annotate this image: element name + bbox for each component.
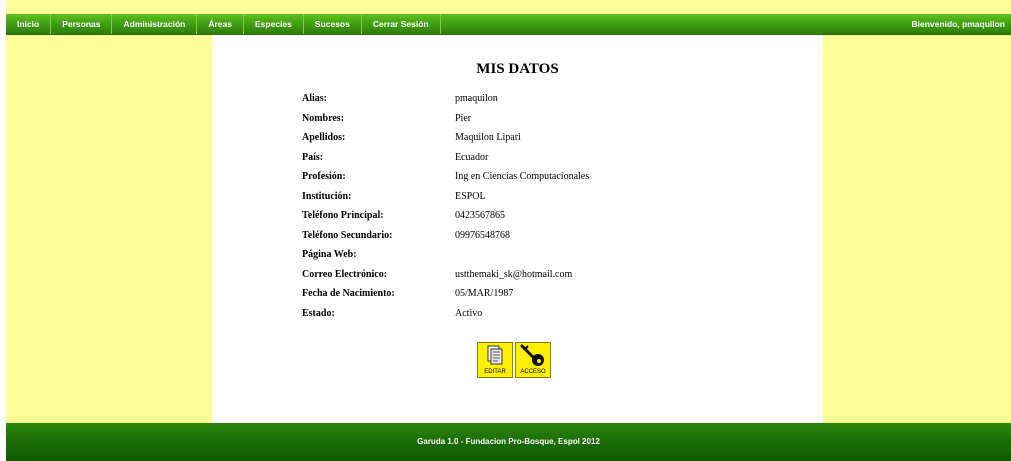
edit-button-label: EDITAR (484, 369, 506, 375)
profile-fields: Alias: pmaquilon Nombres: Pier Apellidos… (302, 93, 762, 327)
main-menu: Inicio Personas Administración Áreas Esp… (6, 14, 441, 34)
field-label: Apellidos: (302, 132, 346, 143)
access-button-label: ACCESO (520, 369, 546, 375)
field-value: Pier (455, 112, 472, 124)
profile-row-telefono-principal: Teléfono Principal: 0423567865 (302, 210, 762, 230)
footer: Garuda 1.0 - Fundacion Pro-Bosque, Espol… (6, 423, 1011, 461)
field-label: Alias: (302, 93, 327, 104)
menu-item-especies[interactable]: Especies (244, 14, 304, 34)
top-navigation-bar: Inicio Personas Administración Áreas Esp… (6, 14, 1011, 35)
key-icon (520, 344, 544, 366)
field-value: 09976548768 (455, 229, 510, 241)
document-edit-icon (487, 345, 503, 365)
access-button[interactable]: ACCESO (515, 342, 551, 378)
menu-item-areas[interactable]: Áreas (197, 14, 244, 34)
field-value: Ecuador (455, 151, 489, 163)
field-label: Correo Electrónico: (302, 268, 388, 280)
profile-row-profesion: Profesión: Ing en Ciencias Computacional… (302, 171, 762, 191)
field-label: Estado: (302, 307, 335, 319)
menu-item-administracion[interactable]: Administración (112, 14, 198, 34)
field-label: Institución: (302, 190, 352, 202)
profile-row-fecha-nacimiento: Fecha de Nacimiento: 05/MAR/1987 (302, 288, 762, 308)
edit-button[interactable]: EDITAR (477, 342, 513, 378)
page-title: MIS DATOS (476, 61, 559, 77)
footer-text: Garuda 1.0 - Fundacion Pro-Bosque, Espol… (417, 437, 600, 446)
field-value: 05/MAR/1987 (455, 288, 514, 299)
menu-item-inicio[interactable]: Inicio (6, 14, 52, 34)
menu-item-personas[interactable]: Personas (51, 14, 113, 34)
field-label: Teléfono Principal: (302, 210, 384, 221)
field-value: pmaquilon (455, 93, 498, 104)
profile-row-pagina-web: Página Web: (302, 249, 762, 269)
profile-row-telefono-secundario: Teléfono Secundario: 09976548768 (302, 230, 762, 250)
field-label: País: (302, 151, 324, 163)
field-value: ustthemaki_sk@hotmail.com (455, 268, 573, 280)
field-label: Página Web: (302, 249, 357, 260)
profile-row-pais: País: Ecuador (302, 152, 762, 172)
menu-item-sucesos[interactable]: Sucesos (304, 14, 362, 34)
profile-row-nombres: Nombres: Pier (302, 113, 762, 133)
field-label: Profesión: (302, 171, 346, 182)
menu-item-cerrar-sesion[interactable]: Cerrar Sesión (362, 14, 441, 34)
field-value: ESPOL (455, 190, 486, 202)
main-content: MIS DATOS Alias: pmaquilon Nombres: Pier… (212, 35, 823, 423)
profile-row-alias: Alias: pmaquilon (302, 93, 762, 113)
field-value: Ing en Ciencias Computacionales (455, 171, 590, 182)
field-label: Teléfono Secundario: (302, 229, 393, 241)
profile-actions: EDITAR ACCESO (477, 342, 567, 382)
field-label: Nombres: (302, 112, 345, 124)
welcome-message: Bienvenido, pmaquilon (911, 19, 1005, 29)
profile-row-estado: Estado: Activo (302, 308, 762, 328)
field-value: 0423567865 (455, 210, 505, 221)
page-frame: Inicio Personas Administración Áreas Esp… (6, 0, 1011, 461)
field-value: Maquilon Lipari (455, 132, 521, 143)
field-label: Fecha de Nacimiento: (302, 288, 395, 299)
field-value: Activo (455, 307, 483, 319)
profile-row-correo: Correo Electrónico: ustthemaki_sk@hotmai… (302, 269, 762, 289)
profile-row-institucion: Institución: ESPOL (302, 191, 762, 211)
profile-row-apellidos: Apellidos: Maquilon Lipari (302, 132, 762, 152)
